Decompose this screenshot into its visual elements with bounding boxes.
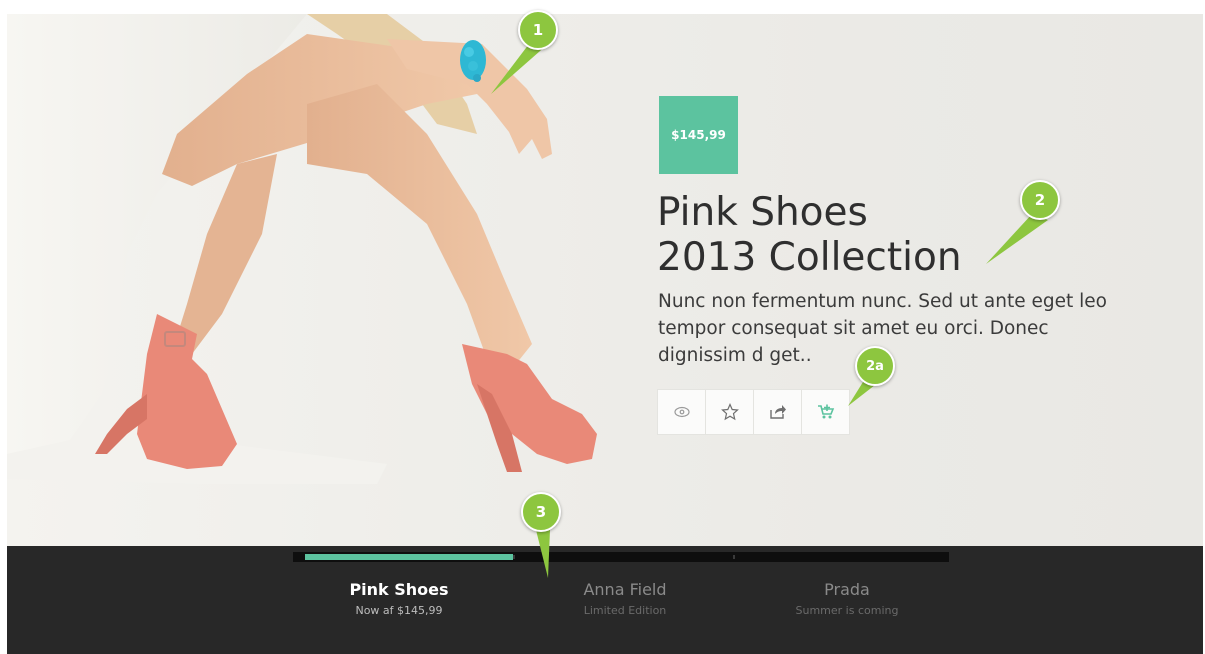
- callout-badge-3: 3: [521, 492, 561, 532]
- callout-pointer: [536, 530, 550, 578]
- callout-badge-2a: 2a: [855, 346, 895, 386]
- callout-badge-2: 2: [1020, 180, 1060, 220]
- callout-pointers: [491, 40, 1048, 578]
- callout-pointer: [986, 214, 1048, 264]
- callout-badge-1: 1: [518, 10, 558, 50]
